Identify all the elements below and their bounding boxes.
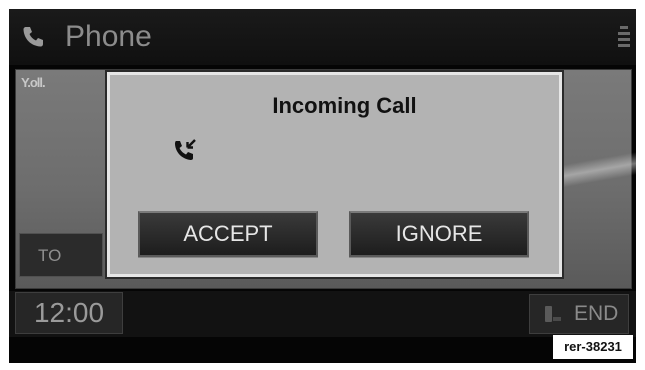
background-glare: [559, 139, 636, 199]
dialog-title: Incoming Call: [272, 93, 417, 118]
incoming-call-icon: [175, 139, 196, 160]
end-call-label: END: [574, 302, 619, 325]
end-call-button[interactable]: END: [529, 294, 629, 334]
menu-icon[interactable]: [617, 23, 631, 53]
clock: 12:00: [15, 292, 123, 334]
ignore-button[interactable]: IGNORE: [349, 211, 529, 257]
page-title: Phone: [65, 20, 152, 53]
phone-icon: [23, 27, 43, 47]
phone-screen: Phone Y.oll. TO Incoming Call ACCEPT IGN…: [9, 9, 636, 363]
reference-tag: rer-38231: [553, 335, 633, 359]
header-bar: Phone: [9, 9, 636, 65]
signal-strength: Y.oll.: [21, 75, 46, 90]
accept-button[interactable]: ACCEPT: [138, 211, 318, 257]
end-call-icon: [545, 306, 561, 322]
incoming-call-dialog: Incoming Call ACCEPT IGNORE: [107, 72, 562, 277]
to-button[interactable]: TO: [19, 233, 103, 277]
